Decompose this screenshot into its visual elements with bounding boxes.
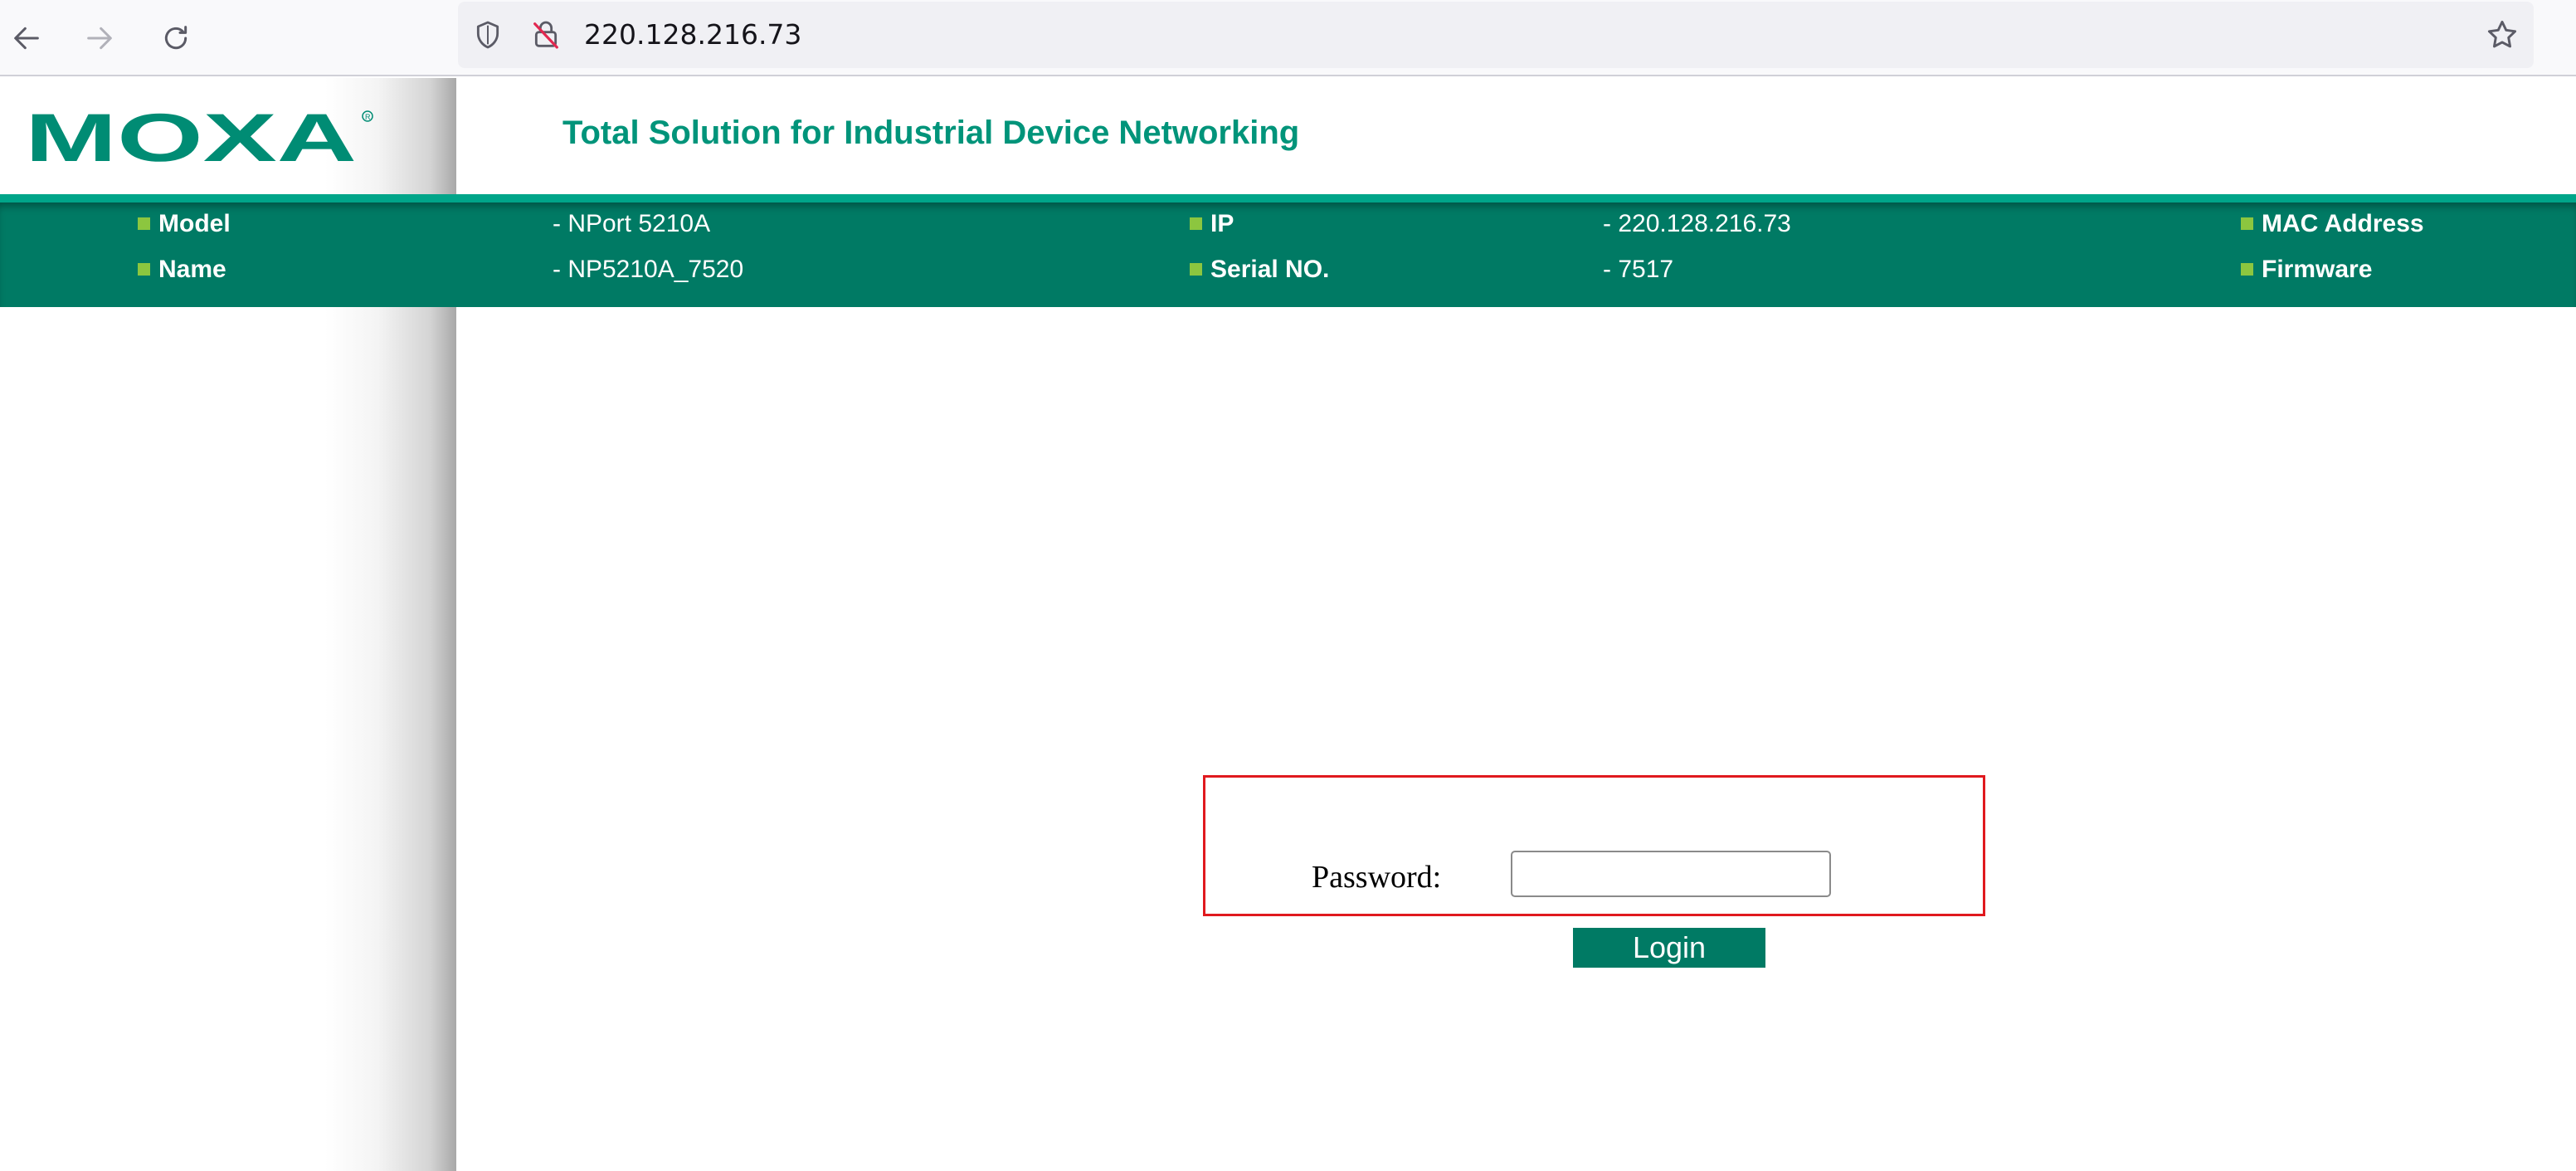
model-label: Model: [138, 209, 231, 239]
bullet-icon: [1190, 217, 1202, 230]
forward-button[interactable]: [76, 15, 123, 61]
login-button[interactable]: Login: [1573, 928, 1765, 968]
browser-toolbar: 220.128.216.73: [0, 0, 2576, 76]
reload-button[interactable]: [153, 15, 199, 61]
star-icon[interactable]: [2484, 17, 2520, 53]
bullet-icon: [2241, 263, 2253, 276]
name-label-text: Name: [158, 256, 226, 283]
password-label: Password:: [1312, 860, 1442, 895]
bullet-icon: [138, 217, 150, 230]
ip-label-text: IP: [1210, 210, 1234, 237]
page-content: MOXA R Total Solution for Industrial Dev…: [0, 78, 2576, 1171]
bullet-icon: [2241, 217, 2253, 230]
ip-value: - 220.128.216.73: [1603, 210, 1791, 237]
model-label-text: Model: [158, 210, 231, 237]
device-info-band: Model - NPort 5210A IP - 220.128.216.73 …: [0, 194, 2576, 307]
mac-address-label-text: MAC Address: [2262, 210, 2424, 237]
back-button[interactable]: [3, 15, 50, 61]
serial-label: Serial NO.: [1190, 255, 1329, 285]
password-input[interactable]: [1511, 851, 1831, 897]
bullet-icon: [1190, 263, 1202, 276]
firmware-label: Firmware: [2241, 255, 2372, 285]
moxa-logo: MOXA R: [25, 108, 373, 168]
serial-value: - 7517: [1603, 256, 1674, 283]
tagline: Total Solution for Industrial Device Net…: [562, 115, 1300, 151]
url-text[interactable]: 220.128.216.73: [584, 2, 801, 68]
insecure-lock-icon[interactable]: [529, 18, 562, 51]
serial-label-text: Serial NO.: [1210, 256, 1330, 283]
arrow-right-icon: [87, 27, 112, 50]
name-value: - NP5210A_7520: [553, 256, 744, 283]
login-box: Password:: [1203, 775, 1985, 916]
reload-icon: [164, 26, 187, 50]
ip-label: IP: [1190, 209, 1234, 239]
svg-text:R: R: [365, 113, 371, 121]
firmware-label-text: Firmware: [2262, 256, 2373, 283]
logo-text: MOXA: [25, 108, 357, 168]
name-label: Name: [138, 255, 226, 285]
arrow-left-icon: [14, 27, 39, 50]
bullet-icon: [138, 263, 150, 276]
address-bar[interactable]: 220.128.216.73: [458, 2, 2534, 68]
shield-icon[interactable]: [471, 18, 504, 51]
model-value: - NPort 5210A: [553, 210, 711, 237]
mac-address-label: MAC Address: [2241, 209, 2424, 239]
